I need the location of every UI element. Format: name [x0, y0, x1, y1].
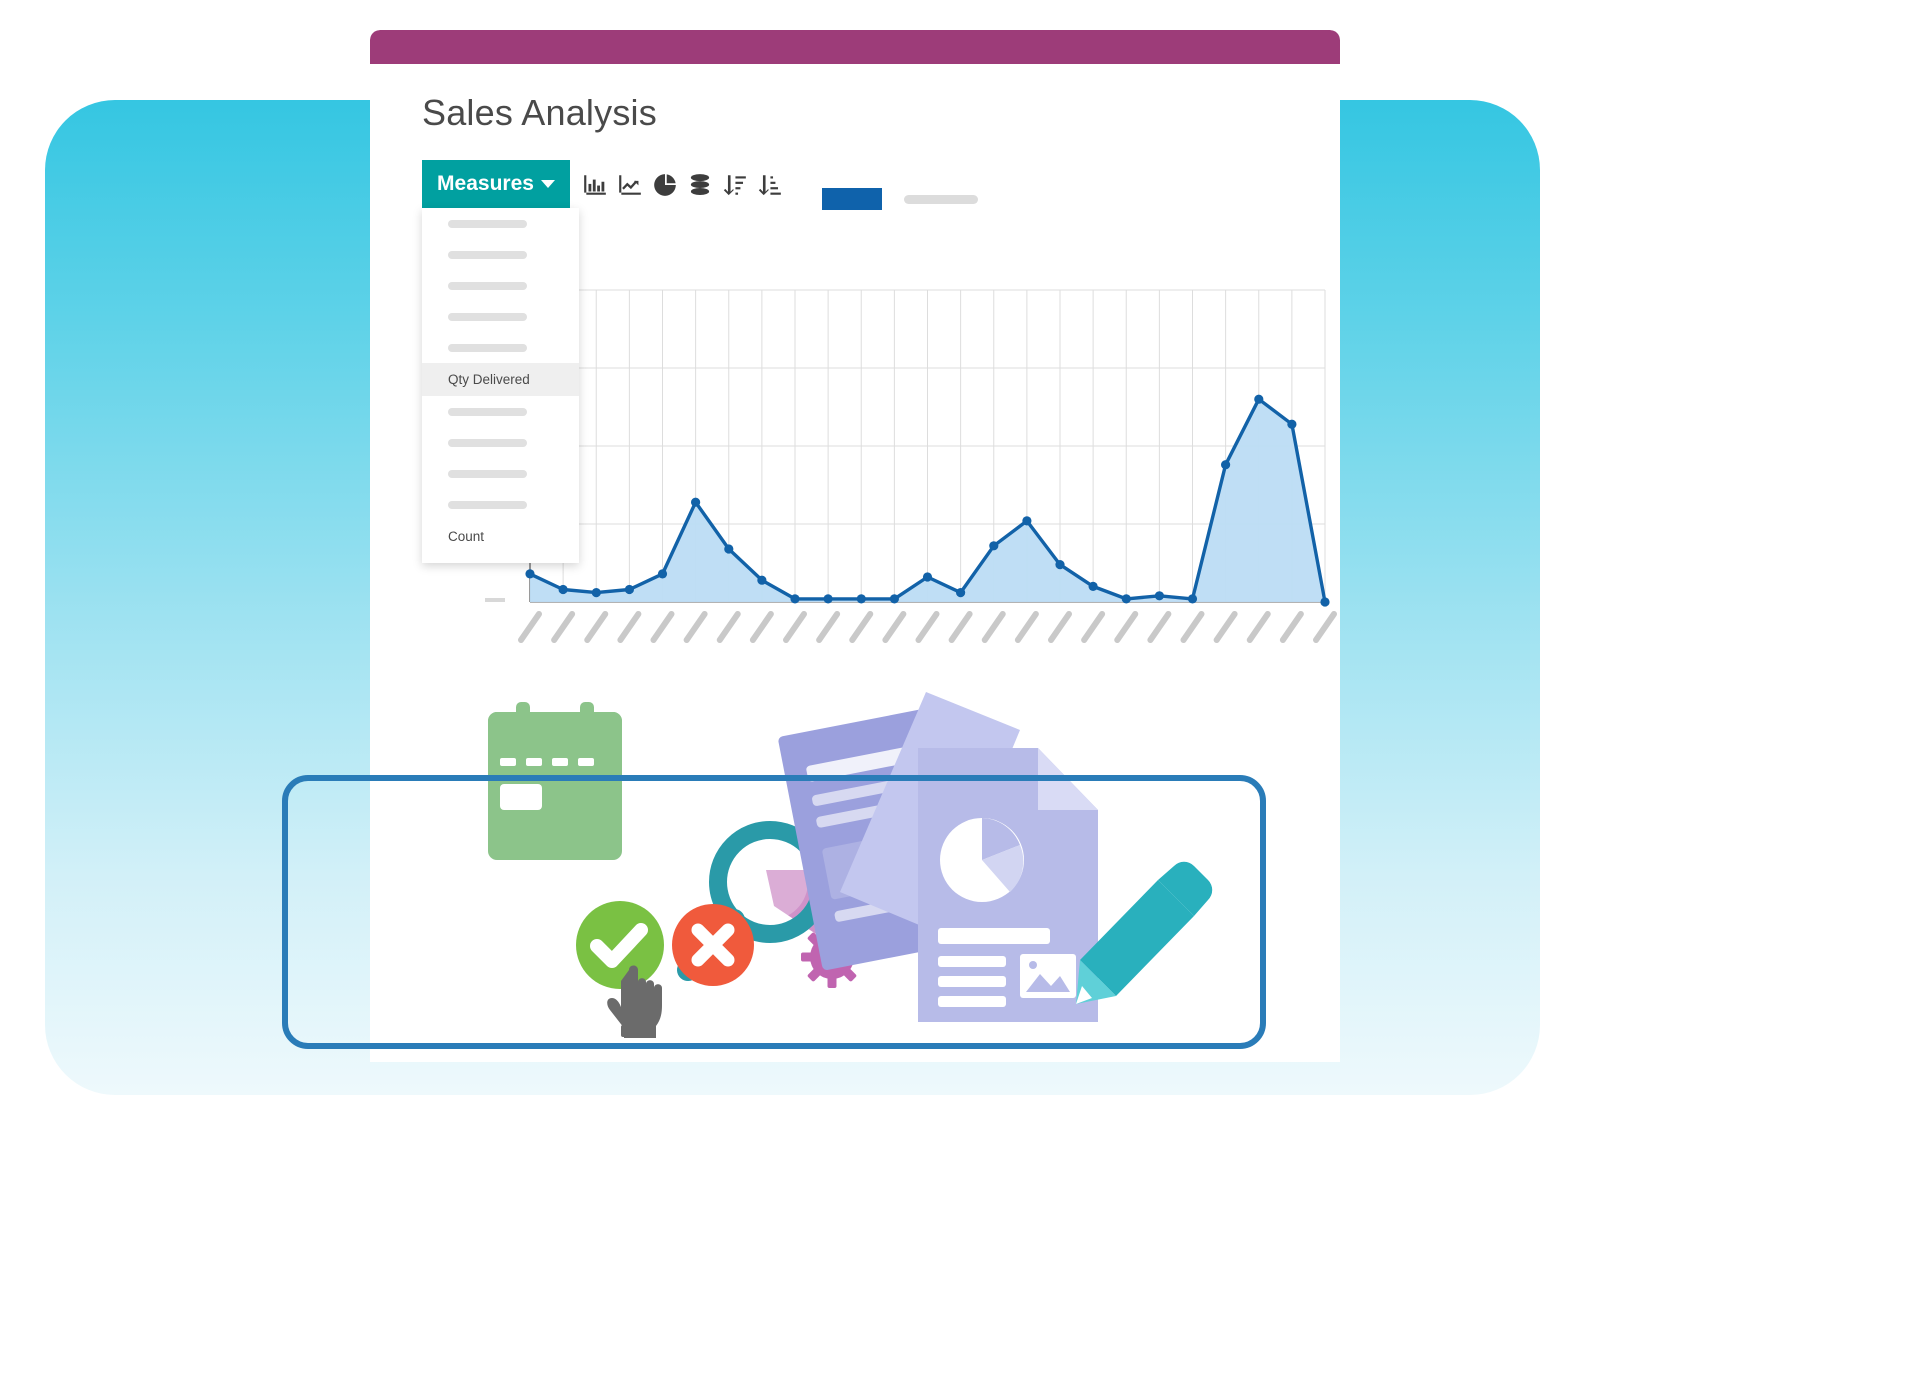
chart-svg	[485, 289, 1337, 643]
dropdown-item-placeholder[interactable]	[422, 239, 579, 270]
highlight-frame	[282, 775, 1266, 1049]
dropdown-item-placeholder[interactable]	[422, 332, 579, 363]
sales-area-chart[interactable]	[445, 230, 1340, 650]
dropdown-item-label-placeholder	[448, 438, 527, 447]
dropdown-item[interactable]: Qty Delivered	[422, 363, 579, 396]
dropdown-item-placeholder[interactable]	[422, 270, 579, 301]
y-axis-tick-label-placeholder	[485, 598, 505, 602]
dropdown-item-placeholder[interactable]	[422, 489, 579, 520]
line-chart-icon[interactable]	[617, 172, 643, 198]
sort-ascending-icon[interactable]	[757, 172, 783, 198]
dropdown-item-placeholder[interactable]	[422, 208, 579, 239]
dropdown-item-label-placeholder	[448, 250, 527, 259]
chart-x-tick-marks	[518, 611, 1337, 643]
measures-button-label: Measures	[437, 172, 534, 195]
page-title: Sales Analysis	[422, 92, 657, 133]
sort-descending-icon[interactable]	[722, 172, 748, 198]
screenshot-root: Sales Analysis Measures Qty Delivered Cou…	[0, 0, 1920, 1377]
dropdown-item[interactable]: Count	[422, 520, 579, 553]
dropdown-item-label-placeholder	[448, 469, 527, 478]
window-title-bar	[370, 30, 1340, 64]
chart-legend	[822, 188, 978, 210]
dropdown-item-placeholder[interactable]	[422, 458, 579, 489]
chart-type-toolbar	[582, 172, 783, 198]
dropdown-item-placeholder[interactable]	[422, 301, 579, 332]
database-icon[interactable]	[687, 172, 713, 198]
dropdown-item-label-placeholder	[448, 343, 527, 352]
dropdown-item-label-placeholder	[448, 281, 527, 290]
dropdown-item-label-placeholder	[448, 500, 527, 509]
dropdown-item-placeholder[interactable]	[422, 396, 579, 427]
measures-button[interactable]: Measures	[422, 160, 570, 208]
dropdown-item-label-placeholder	[448, 219, 527, 228]
dropdown-item-label-placeholder	[448, 312, 527, 321]
legend-label-placeholder	[904, 194, 978, 204]
measures-dropdown-menu[interactable]: Qty Delivered Count	[422, 208, 579, 563]
dropdown-item-label: Count	[448, 529, 485, 544]
dropdown-item-placeholder[interactable]	[422, 427, 579, 458]
dropdown-item-label-placeholder	[448, 407, 527, 416]
bar-chart-icon[interactable]	[582, 172, 608, 198]
chevron-down-icon	[540, 180, 555, 188]
pie-chart-icon[interactable]	[652, 172, 678, 198]
dropdown-item-label: Qty Delivered	[448, 372, 530, 387]
legend-series-swatch[interactable]	[822, 188, 882, 210]
